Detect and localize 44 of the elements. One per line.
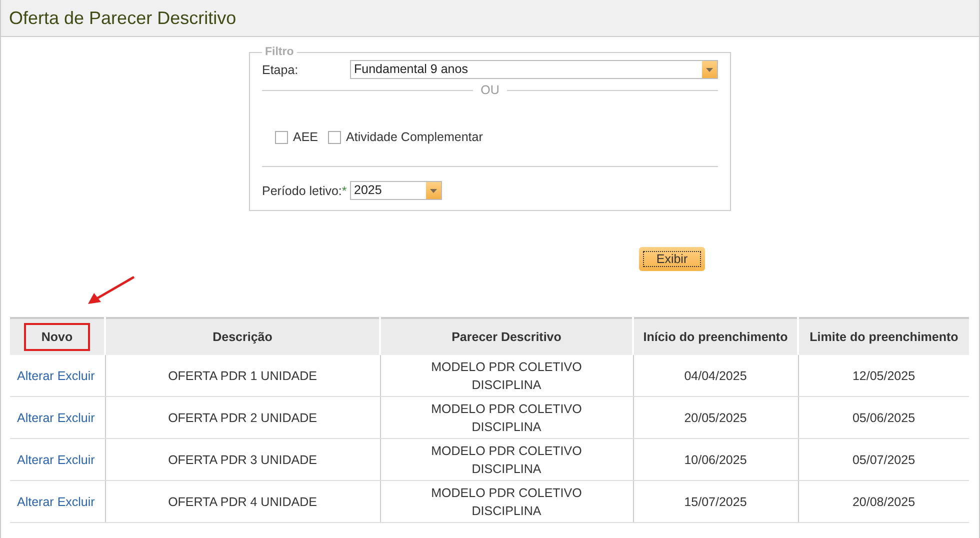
table-cell: 12/05/2025	[852, 368, 916, 382]
checkbox[interactable]	[328, 130, 342, 144]
action-link[interactable]: Alterar	[17, 494, 54, 508]
periodo-dropdown[interactable]: 2025	[350, 181, 442, 200]
action-link[interactable]: Excluir	[57, 452, 95, 466]
table-cell: 10/06/2025	[684, 452, 747, 466]
action-link[interactable]: Excluir	[57, 494, 95, 508]
table-cell: OFERTA PDR 4 UNIDADE	[168, 494, 317, 508]
caret-icon	[706, 68, 713, 72]
table-cell: 20/05/2025	[684, 410, 747, 424]
table-cell: 05/06/2025	[852, 410, 916, 424]
caret-icon	[430, 188, 437, 192]
column-header: Descrição	[105, 318, 380, 355]
etapa-dropdown[interactable]: Fundamental 9 anos	[350, 60, 718, 79]
checkbox-label: Atividade Complementar	[346, 130, 483, 144]
table-cell-text: MODELO PDR COLETIVO DISCIPLINA	[430, 358, 583, 394]
action-link[interactable]: Alterar	[17, 368, 54, 382]
table-cell-text: MODELO PDR COLETIVO DISCIPLINA	[430, 442, 583, 478]
show-button[interactable]: Exibir	[639, 247, 705, 271]
separator-label: OU	[480, 83, 500, 97]
etapa-label: Etapa:	[262, 62, 300, 76]
table-cell: 15/07/2025	[684, 494, 747, 508]
table-cell-text: MODELO PDR COLETIVO DISCIPLINA	[430, 400, 583, 436]
column-header: Início do preenchimento	[633, 318, 798, 355]
filter-legend: Filtro	[262, 46, 297, 58]
column-header: Limite do preenchimento	[798, 318, 969, 355]
table-cell: OFERTA PDR 3 UNIDADE	[168, 452, 317, 466]
table-cell: 04/04/2025	[684, 368, 747, 382]
table-cell: OFERTA PDR 2 UNIDADE	[168, 410, 317, 424]
page-title: Oferta de Parecer Descritivo	[9, 8, 236, 28]
new-button[interactable]: Novo	[24, 323, 90, 351]
table-cell-text: MODELO PDR COLETIVO DISCIPLINA	[430, 484, 583, 520]
column-header: Parecer Descritivo	[380, 318, 633, 355]
checkbox-label: AEE	[293, 130, 318, 144]
table-cell: 20/08/2025	[852, 494, 916, 508]
action-link[interactable]: Excluir	[57, 368, 95, 382]
table-cell: 05/07/2025	[852, 452, 916, 466]
periodo-label: Período letivo:*	[262, 184, 348, 198]
annotation-arrow	[86, 275, 136, 307]
action-link[interactable]: Alterar	[17, 410, 54, 424]
action-link[interactable]: Alterar	[17, 452, 54, 466]
action-link[interactable]: Excluir	[57, 410, 95, 424]
checkbox[interactable]	[275, 130, 288, 144]
table-cell: OFERTA PDR 1 UNIDADE	[168, 368, 317, 382]
